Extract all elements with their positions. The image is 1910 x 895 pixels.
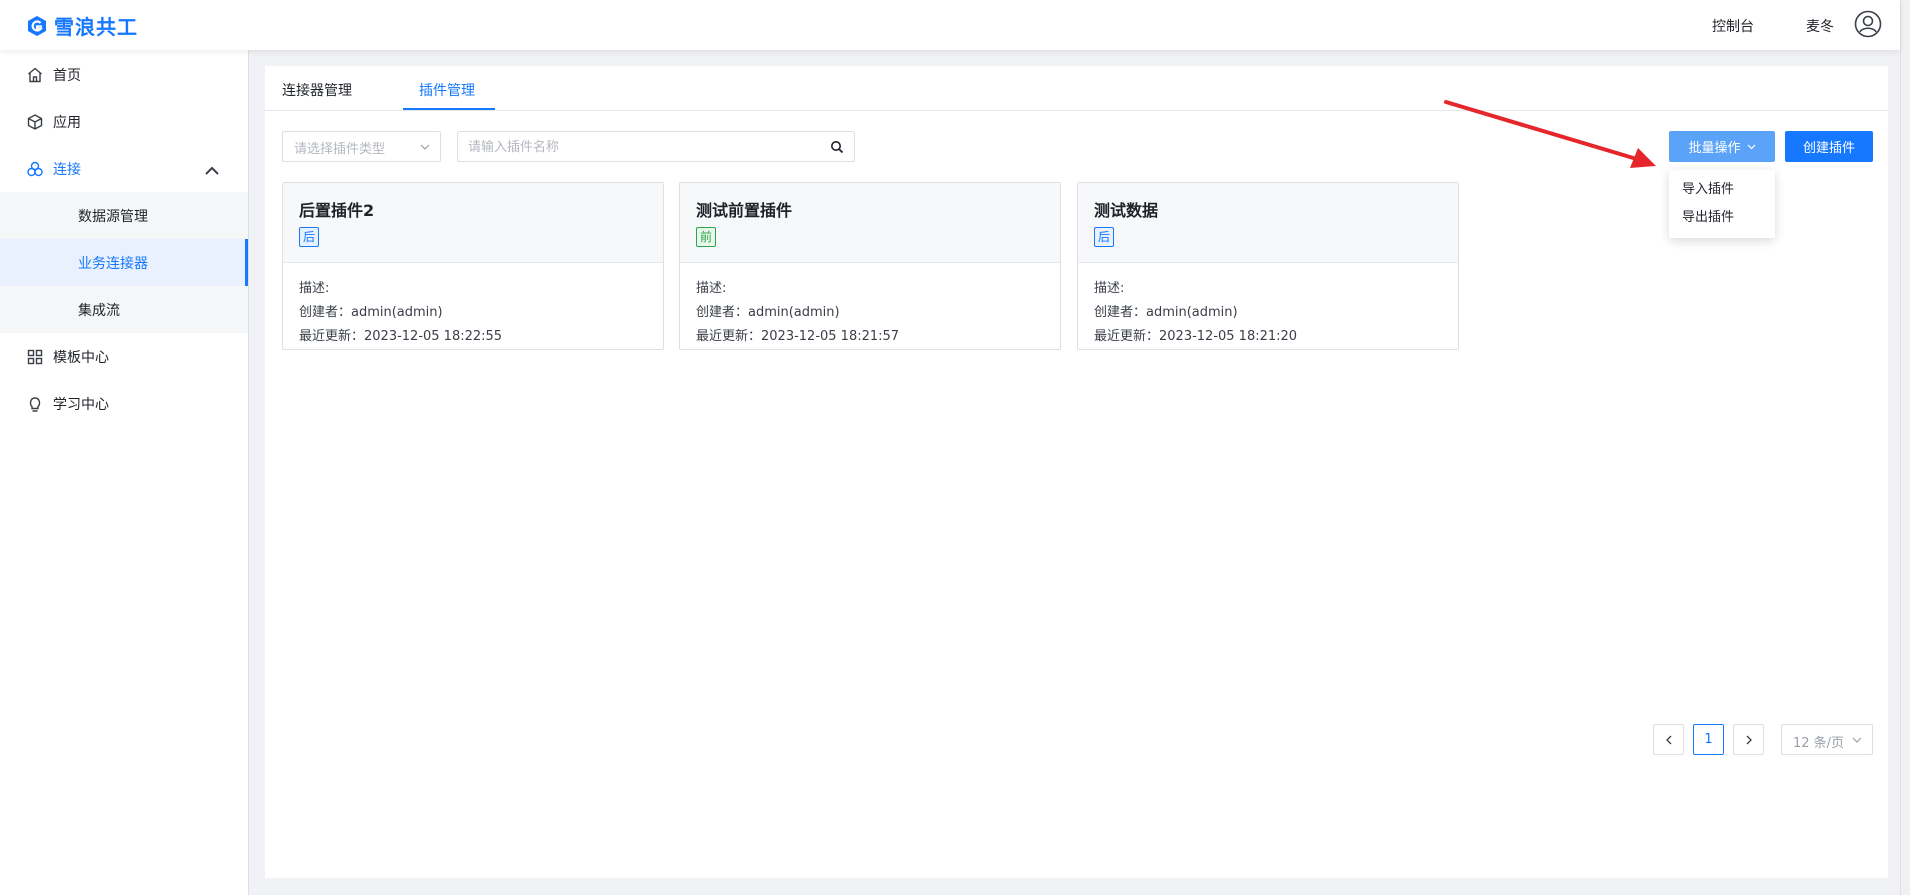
active-tab-indicator xyxy=(403,108,495,110)
sidebar-subitem-label: 业务连接器 xyxy=(78,255,148,272)
brand-name: 雪浪共工 xyxy=(54,15,138,39)
console-link[interactable]: 控制台 xyxy=(1712,16,1754,36)
plugin-card-body: 描述: 创建者：admin(admin) 最近更新：2023-12-05 18:… xyxy=(696,277,899,349)
sidebar-item-label: 应用 xyxy=(53,114,81,131)
sidebar-item-label: 学习中心 xyxy=(53,396,109,413)
grid-icon xyxy=(27,349,43,364)
plugin-type-tag: 后 xyxy=(299,227,319,247)
tab-plugin-management[interactable]: 插件管理 xyxy=(419,80,475,100)
batch-operation-menu: 导入插件 导出插件 xyxy=(1669,170,1775,238)
plugin-creator: 创建者：admin(admin) xyxy=(1094,305,1238,320)
user-name[interactable]: 麦冬 xyxy=(1806,16,1834,36)
chevron-down-icon xyxy=(1852,737,1862,743)
menu-item-import-plugin[interactable]: 导入插件 xyxy=(1669,176,1775,204)
sidebar-item-learning[interactable]: 学习中心 xyxy=(0,380,248,427)
sidebar-item-label: 首页 xyxy=(53,67,81,84)
chevron-right-icon xyxy=(1746,735,1752,744)
sidebar: 首页 应用 连接 数据源管理 业务连接器 集成流 模板中心 学习中心 xyxy=(0,50,249,895)
tab-connector-management[interactable]: 连接器管理 xyxy=(282,80,352,100)
plugin-card-body: 描述: 创建者：admin(admin) 最近更新：2023-12-05 18:… xyxy=(1094,277,1297,349)
batch-operation-label: 批量操作 xyxy=(1688,141,1741,156)
page-size-select[interactable]: 12 条/页 xyxy=(1781,724,1873,755)
create-plugin-button[interactable]: 创建插件 xyxy=(1785,131,1873,162)
plugin-card-header: 测试数据 后 xyxy=(1078,183,1458,263)
annotation-arrow-icon xyxy=(1444,100,1656,168)
plugin-name-search[interactable] xyxy=(457,131,855,162)
search-icon[interactable] xyxy=(830,140,844,154)
brand-logo-icon xyxy=(28,15,46,36)
plugin-description: 描述: xyxy=(696,281,727,296)
plugin-card-title: 测试前置插件 xyxy=(696,201,793,220)
chevron-down-icon xyxy=(420,144,430,150)
cube-icon xyxy=(27,113,43,130)
plugin-card-body: 描述: 创建者：admin(admin) 最近更新：2023-12-05 18:… xyxy=(299,277,502,349)
plugin-card[interactable]: 测试数据 后 描述: 创建者：admin(admin) 最近更新：2023-12… xyxy=(1077,182,1459,350)
plugin-type-select[interactable]: 请选择插件类型 xyxy=(282,131,441,162)
home-icon xyxy=(28,67,42,82)
plugin-type-tag: 前 xyxy=(696,227,716,247)
sidebar-subitem-label: 数据源管理 xyxy=(78,208,148,225)
page-size-value: 12 条/页 xyxy=(1793,736,1845,751)
main-panel: 连接器管理 插件管理 请选择插件类型 批量操作 创建插件 导入插件 导出插件 后… xyxy=(265,66,1888,878)
chevron-left-icon xyxy=(1665,735,1671,744)
plugin-card-title: 测试数据 xyxy=(1094,201,1159,220)
sidebar-item-apps[interactable]: 应用 xyxy=(0,98,248,145)
pagination-prev-button[interactable] xyxy=(1653,724,1684,755)
top-header: 雪浪共工 控制台 麦冬 xyxy=(0,0,1900,50)
sidebar-subitem-business-connector[interactable]: 业务连接器 xyxy=(0,239,248,286)
plugin-type-tag: 后 xyxy=(1094,227,1114,247)
sidebar-subitem-label: 集成流 xyxy=(78,302,120,319)
plugin-description: 描述: xyxy=(1094,281,1125,296)
plugin-updated-time: 最近更新：2023-12-05 18:21:20 xyxy=(1094,329,1298,344)
plugin-card-title: 后置插件2 xyxy=(299,201,375,220)
plugin-card-header: 测试前置插件 前 xyxy=(680,183,1060,263)
batch-operation-button[interactable]: 批量操作 xyxy=(1669,131,1775,162)
brand-logo[interactable]: 雪浪共工 xyxy=(26,11,138,40)
plugin-type-placeholder: 请选择插件类型 xyxy=(294,142,386,157)
plugin-description: 描述: xyxy=(299,281,330,296)
plugin-updated-time: 最近更新：2023-12-05 18:21:57 xyxy=(696,329,900,344)
sidebar-item-label: 连接 xyxy=(53,161,81,178)
pagination-current-page[interactable]: 1 xyxy=(1693,724,1724,755)
sidebar-item-templates[interactable]: 模板中心 xyxy=(0,333,248,380)
plugin-card-header: 后置插件2 后 xyxy=(283,183,663,263)
chevron-down-icon xyxy=(1747,144,1755,150)
sidebar-subitem-integration-flow[interactable]: 集成流 xyxy=(0,286,248,333)
pagination-next-button[interactable] xyxy=(1733,724,1764,755)
lightbulb-icon xyxy=(29,396,41,412)
connection-icon xyxy=(27,161,43,176)
plugin-card[interactable]: 测试前置插件 前 描述: 创建者：admin(admin) 最近更新：2023-… xyxy=(679,182,1061,350)
sidebar-subitem-datasource[interactable]: 数据源管理 xyxy=(0,192,248,239)
sidebar-item-label: 模板中心 xyxy=(53,349,109,366)
page-scrollbar[interactable] xyxy=(1900,0,1910,895)
sidebar-item-connection[interactable]: 连接 xyxy=(0,145,248,192)
plugin-creator: 创建者：admin(admin) xyxy=(696,305,840,320)
user-avatar-icon[interactable] xyxy=(1854,10,1882,38)
plugin-updated-time: 最近更新：2023-12-05 18:22:55 xyxy=(299,329,503,344)
sidebar-item-home[interactable]: 首页 xyxy=(0,51,248,98)
plugin-card[interactable]: 后置插件2 后 描述: 创建者：admin(admin) 最近更新：2023-1… xyxy=(282,182,664,350)
plugin-name-input[interactable] xyxy=(468,137,808,157)
chevron-up-icon xyxy=(205,166,219,175)
menu-item-export-plugin[interactable]: 导出插件 xyxy=(1669,204,1775,232)
plugin-creator: 创建者：admin(admin) xyxy=(299,305,443,320)
